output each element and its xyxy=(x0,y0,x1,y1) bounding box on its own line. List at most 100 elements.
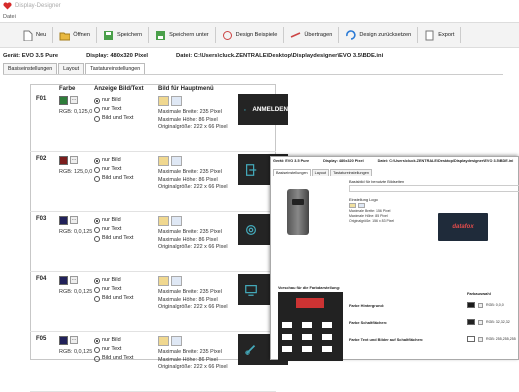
logo-reset-button[interactable] xyxy=(358,203,365,208)
rgb-value: RGB: 0,0,125 xyxy=(59,229,93,235)
image-dimensions: Maximale Breite: 235 Pixel Maximale Höhe:… xyxy=(158,229,228,250)
color-swatch[interactable] xyxy=(59,216,68,225)
radio-f03-2[interactable]: Bild und Text xyxy=(94,234,133,243)
toolbar-button-3[interactable]: Speichern unter xyxy=(155,27,216,43)
overlay-tab-basiseinstellungen[interactable]: Basiseinstellungen xyxy=(273,169,311,176)
key-code: F03 xyxy=(36,216,47,222)
color-picker-button[interactable]: … xyxy=(70,276,78,284)
open-image-button[interactable] xyxy=(158,336,169,346)
radio-f05-1[interactable]: nur Text xyxy=(94,345,133,354)
radio-f05-2[interactable]: Bild und Text xyxy=(94,354,133,363)
radio-f04-0[interactable]: nur Bild xyxy=(94,276,133,285)
radio-f01-1[interactable]: nur Text xyxy=(94,105,133,114)
toolbar-button-2[interactable]: Speichern xyxy=(103,27,150,43)
open-image-button[interactable] xyxy=(158,96,169,106)
logo-open-button[interactable] xyxy=(349,203,356,208)
display-label: Display: xyxy=(86,52,109,59)
main-tabs: Basiseinstellungen Layout Tastatureinste… xyxy=(3,63,146,74)
preview-label: Vorschau für die Farbdarstellung: xyxy=(278,285,341,290)
tab-layout[interactable]: Layout xyxy=(58,63,85,74)
settings-icon xyxy=(246,224,256,235)
color-swatch[interactable] xyxy=(59,336,68,345)
toolbar-button-4[interactable]: Design Beispiele xyxy=(222,27,285,43)
color-swatch[interactable] xyxy=(59,96,68,105)
overlay-color-picker-1[interactable] xyxy=(478,320,483,325)
reset-image-button[interactable] xyxy=(171,216,182,226)
radio-f03-0[interactable]: nur Bild xyxy=(94,216,133,225)
bg-image-field[interactable] xyxy=(349,185,519,192)
color-swatch[interactable] xyxy=(59,276,68,285)
save-as-icon xyxy=(156,30,166,40)
open-image-button[interactable] xyxy=(158,156,169,166)
image-buttons xyxy=(158,156,182,166)
radio-f04-2[interactable]: Bild und Text xyxy=(94,294,133,303)
logo-dimensions: Maximale Breite: 156 Pixel Maximale Höhe… xyxy=(349,209,395,223)
overlay-window-basiseinstellungen: Gerät: EVO 3.5 Pure Display: 480x320 Pix… xyxy=(270,156,519,361)
overlay-color-swatch-0[interactable] xyxy=(467,302,475,308)
radio-f03-1[interactable]: nur Text xyxy=(94,225,133,234)
preview-button-grid xyxy=(282,322,332,352)
menu-datei[interactable]: Datei xyxy=(3,14,16,20)
login-icon xyxy=(244,108,246,111)
image-buttons xyxy=(158,276,182,286)
radio-f01-0[interactable]: nur Bild xyxy=(94,96,133,105)
overlay-tab-tastatureinstellungen[interactable]: Tastatureinstellungen xyxy=(330,169,372,176)
toolbar-button-1[interactable]: Öffnen xyxy=(59,27,97,43)
toolbar-button-7[interactable]: Export xyxy=(424,27,462,43)
reset-image-button[interactable] xyxy=(171,336,182,346)
device-label: Gerät: xyxy=(3,52,21,59)
rgb-value: RGB: 0,0,125 xyxy=(59,349,93,355)
overlay-color-swatch-1[interactable] xyxy=(467,319,475,325)
toolbar-button-5[interactable]: Übertragen xyxy=(290,27,340,43)
reset-image-button[interactable] xyxy=(171,276,182,286)
rgb-value: RGB: 0,0,125 xyxy=(59,289,93,295)
new-file-icon xyxy=(23,30,33,41)
color-swatch[interactable] xyxy=(59,156,68,165)
radio-f02-2[interactable]: Bild und Text xyxy=(94,174,133,183)
overlay-color-swatch-2[interactable] xyxy=(467,336,475,342)
radio-f02-0[interactable]: nur Bild xyxy=(94,156,133,165)
overlay-color-picker-0[interactable] xyxy=(478,303,483,308)
radio-f02-1[interactable]: nur Text xyxy=(94,165,133,174)
heart-logo-icon xyxy=(3,2,12,10)
bg-image-label: Basisbild für benutzte Bildseiten xyxy=(349,179,405,184)
key-row-f03: F03 … RGB: 0,0,125 nur Bild nur Text Bild und… xyxy=(30,212,288,272)
tab-basiseinstellungen[interactable]: Basiseinstellungen xyxy=(3,63,58,74)
open-image-button[interactable] xyxy=(158,216,169,226)
device-value: EVO 3.5 Pure xyxy=(21,52,59,59)
overlay-tab-layout[interactable]: Layout xyxy=(311,169,330,176)
toolbar-button-0[interactable]: Neu xyxy=(22,27,54,43)
transfer-icon xyxy=(291,31,301,38)
tab-tastatureinstellungen[interactable]: Tastatureinstellungen xyxy=(85,63,146,74)
image-dimensions: Maximale Breite: 235 Pixel Maximale Höhe:… xyxy=(158,109,228,130)
reset-image-button[interactable] xyxy=(171,156,182,166)
open-image-button[interactable] xyxy=(158,276,169,286)
overlay-color-rgb-1: RGB: 32,32,32 xyxy=(486,320,510,324)
logout-icon xyxy=(246,163,257,176)
display-mode-radios: nur Bild nur Text Bild und Text xyxy=(94,96,133,123)
reset-image-button[interactable] xyxy=(171,96,182,106)
key-row-f01: F01 … RGB: 0,125,0 nur Bild nur Text Bild und… xyxy=(30,92,288,152)
overlay-color-picker-2[interactable] xyxy=(478,337,483,342)
button-preview: ANMELDEN xyxy=(238,94,288,125)
rgb-value: RGB: 0,125,0 xyxy=(59,109,93,115)
color-picker-button[interactable]: … xyxy=(70,96,78,104)
radio-f01-2[interactable]: Bild und Text xyxy=(94,114,133,123)
overlay-file: Datei: C:\Users\cluck.ZENTRALE\Desktop\D… xyxy=(377,159,514,163)
color-picker-button[interactable]: … xyxy=(70,216,78,224)
overlay-info-bar: Gerät: EVO 3.5 Pure Display: 480x320 Pix… xyxy=(273,159,513,163)
display-designer-window: Display-Designer Datei Neu Öffnen Speicher… xyxy=(0,0,519,392)
monitor-icon xyxy=(245,284,257,296)
color-picker-button[interactable]: … xyxy=(70,156,78,164)
image-dimensions: Maximale Breite: 235 Pixel Maximale Höhe:… xyxy=(158,169,228,190)
toolbar-button-6[interactable]: Design zurücksetzen xyxy=(345,27,419,43)
key-code: F02 xyxy=(36,156,47,162)
farbauswahl-label: Farbauswahl xyxy=(467,291,491,296)
preview-text: ANMELDEN xyxy=(252,106,288,113)
radio-f05-0[interactable]: nur Bild xyxy=(94,336,133,345)
radio-f04-1[interactable]: nur Text xyxy=(94,285,133,294)
key-row-f04: F04 … RGB: 0,0,125 nur Bild nur Text Bild und… xyxy=(30,272,288,332)
color-picker-button[interactable]: … xyxy=(70,336,78,344)
reset-icon xyxy=(346,29,356,40)
display-value: 480x320 Pixel xyxy=(110,52,149,59)
